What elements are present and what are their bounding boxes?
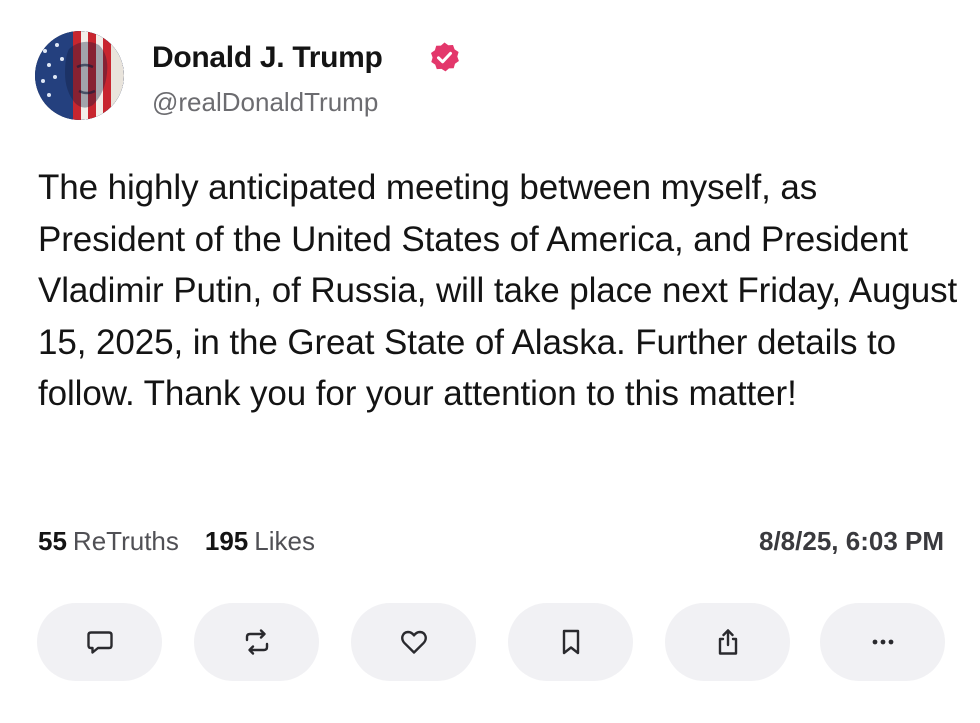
retruth-icon xyxy=(245,629,268,655)
retruths-count: 55 xyxy=(38,526,67,556)
likes-label: Likes xyxy=(254,526,315,556)
post-card: Donald J. Trump @realDonaldTrump The hig… xyxy=(0,0,980,723)
author-handle[interactable]: @realDonaldTrump xyxy=(152,87,378,117)
post-text: The highly anticipated meeting between m… xyxy=(38,168,958,414)
retruths-label: ReTruths xyxy=(72,526,179,556)
bookmark-icon xyxy=(562,629,579,655)
more-options-button[interactable] xyxy=(820,603,945,681)
bookmark-button[interactable] xyxy=(508,603,633,681)
retruth-button[interactable] xyxy=(194,603,319,681)
author-display-name[interactable]: Donald J. Trump xyxy=(152,40,383,76)
flag-portrait-avatar-icon xyxy=(35,31,124,120)
verified-badge-icon xyxy=(428,41,461,74)
action-bar xyxy=(37,603,945,681)
reply-button[interactable] xyxy=(37,603,162,681)
like-button[interactable] xyxy=(351,603,476,681)
share-button[interactable] xyxy=(665,603,790,681)
retruths-stat[interactable]: 55 ReTruths xyxy=(38,524,179,558)
heart-icon xyxy=(400,630,427,654)
post-timestamp: 8/8/25, 6:03 PM xyxy=(759,526,944,556)
author-avatar[interactable] xyxy=(35,31,124,120)
more-icon xyxy=(872,639,893,645)
comment-icon xyxy=(86,631,113,654)
share-icon xyxy=(718,629,737,655)
likes-stat[interactable]: 195 Likes xyxy=(205,524,315,558)
likes-count: 195 xyxy=(204,526,249,556)
post-stats: 55 ReTruths 195 Likes xyxy=(38,524,341,558)
